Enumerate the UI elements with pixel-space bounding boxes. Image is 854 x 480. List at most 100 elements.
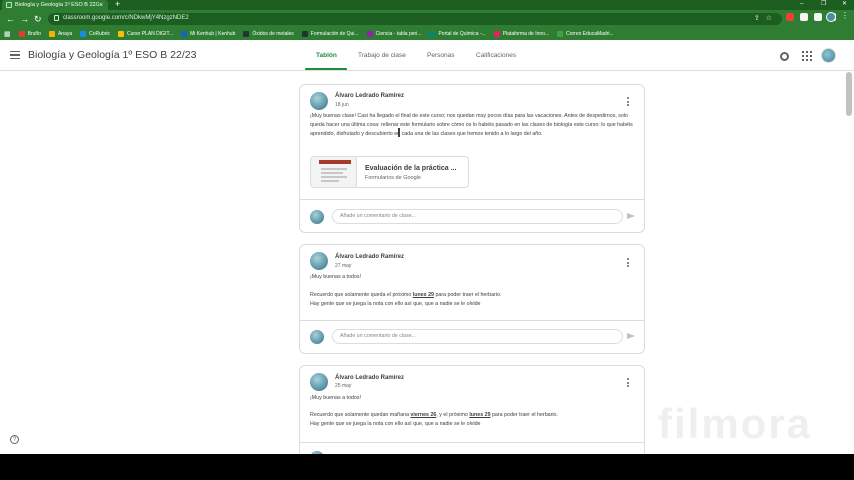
extension-icon[interactable] — [800, 13, 808, 21]
new-tab-icon[interactable]: + — [115, 0, 120, 9]
omnibox-actions[interactable]: ⇪☆ — [754, 14, 778, 22]
post-line: Recuerdo que solamente quedan mañana vie… — [310, 412, 558, 418]
bookmark-label: Correo EducaMadri... — [566, 31, 614, 37]
help-icon[interactable]: ? — [10, 435, 19, 444]
send-comment-icon[interactable] — [627, 333, 635, 339]
stream-post: Álvaro Ledrado Ramírez 25 may ¡Muy buena… — [299, 365, 645, 454]
google-apps-icon[interactable] — [802, 51, 812, 61]
bookmark-favicon-icon — [243, 31, 250, 37]
bookmark-item[interactable]: Curso PLAN DIGIT... — [118, 31, 173, 37]
account-avatar[interactable] — [821, 48, 836, 63]
bookmark-favicon-icon — [366, 31, 373, 37]
bookmark-label: Mi Kenhub | Kenhub — [190, 31, 236, 37]
address-bar[interactable]: classroom.google.com/c/NDkwMjY4NzgzNDE2 … — [48, 13, 782, 25]
browser-tab[interactable]: Biología y Geología 1º ESO B 22/2 × — [2, 0, 108, 10]
bookmark-label: Portal de Química -... — [438, 31, 486, 37]
post-author[interactable]: Álvaro Ledrado Ramírez — [335, 93, 404, 99]
bookmark-favicon-icon — [429, 31, 436, 37]
comment-divider — [300, 320, 644, 321]
author-avatar[interactable] — [310, 373, 328, 391]
class-comment-input[interactable]: Añade un comentario de clase... — [332, 209, 623, 224]
commenter-avatar — [310, 210, 324, 224]
post-line: Hay gente que se juega la nota con ello … — [310, 421, 481, 427]
bookmark-label: Anaya — [57, 31, 73, 37]
bookmark-favicon-icon — [181, 31, 188, 37]
bookmark-favicon-icon — [118, 31, 124, 37]
form-attachment[interactable]: Evaluación de la práctica ... Formulario… — [310, 156, 469, 188]
bookmark-star-icon[interactable]: ☆ — [766, 15, 778, 22]
bookmark-item[interactable]: Bruño — [18, 31, 41, 37]
author-avatar[interactable] — [310, 92, 328, 110]
apps-grid-icon[interactable]: ▦ — [4, 30, 11, 38]
bookmark-item[interactable]: CoRubric — [80, 31, 110, 37]
comment-divider — [300, 442, 644, 443]
bookmark-label: Curso PLAN DIGIT... — [127, 31, 174, 37]
page-scrollbar[interactable] — [846, 72, 852, 116]
browser-menu-icon[interactable]: ⋮ — [841, 11, 849, 20]
class-title[interactable]: Biología y Geología 1º ESO B 22/23 — [28, 49, 196, 61]
maximize-icon[interactable]: ❐ — [821, 0, 826, 9]
bookmark-item[interactable]: Formulación de Qui... — [301, 31, 359, 37]
bookmark-item[interactable]: Óxidos de metales — [243, 31, 294, 37]
close-window-icon[interactable]: ✕ — [842, 0, 847, 9]
bookmark-favicon-icon — [557, 31, 564, 37]
bookmark-favicon-icon — [493, 31, 500, 37]
main-menu-icon[interactable] — [10, 51, 20, 59]
bookmark-label: Bruño — [27, 31, 41, 37]
stream-post: Álvaro Ledrado Ramírez 27 may ¡Muy buena… — [299, 244, 645, 354]
tab-people[interactable]: Personas — [427, 52, 454, 59]
post-options-icon[interactable] — [627, 258, 630, 268]
bookmark-item[interactable]: Ciencia - tabla peri... — [366, 31, 421, 37]
bookmark-item[interactable]: Plataforma de Inno... — [493, 31, 550, 37]
tab-grades[interactable]: Calificaciones — [476, 52, 516, 59]
bookmark-favicon-icon — [48, 31, 55, 37]
back-arrow-icon[interactable]: ← — [6, 13, 15, 25]
post-line: Hay gente que se juega la nota con ello … — [310, 301, 481, 307]
tab-classwork[interactable]: Trabajo de clase — [358, 52, 406, 59]
settings-gear-icon[interactable] — [780, 52, 789, 61]
close-tab-icon[interactable]: × — [99, 2, 103, 9]
post-author[interactable]: Álvaro Ledrado Ramírez — [335, 375, 404, 381]
class-comment-input[interactable]: Añade un comentario de clase... — [332, 329, 623, 344]
bookmark-label: Plataforma de Inno... — [502, 31, 550, 37]
post-greeting: ¡Muy buenas a todos! — [310, 395, 361, 401]
extension-icon[interactable] — [786, 13, 794, 21]
bookmark-label: Formulación de Qui... — [310, 31, 359, 37]
author-avatar[interactable] — [310, 252, 328, 270]
forward-arrow-icon[interactable]: → — [20, 13, 29, 25]
attachment-type: Formularios de Google — [365, 175, 421, 181]
active-tab-indicator — [305, 68, 347, 70]
post-author[interactable]: Álvaro Ledrado Ramírez — [335, 254, 404, 260]
bookmark-favicon-icon — [18, 31, 25, 37]
send-comment-icon[interactable] — [627, 213, 635, 219]
post-options-icon[interactable] — [627, 378, 630, 388]
browser-profile-avatar[interactable] — [826, 12, 836, 22]
bookmark-item[interactable]: Mi Kenhub | Kenhub — [181, 31, 235, 37]
form-thumbnail — [311, 157, 357, 187]
bookmark-item[interactable]: Portal de Química -... — [429, 31, 486, 37]
share-icon[interactable]: ⇪ — [754, 15, 766, 22]
browser-toolbar: ← → ↻ classroom.google.com/c/NDkwMjY4Nzg… — [0, 10, 854, 28]
classroom-favicon-icon — [6, 2, 12, 8]
bookmark-item[interactable]: Correo EducaMadri... — [557, 31, 614, 37]
classroom-header: Biología y Geología 1º ESO B 22/23 Tabló… — [0, 40, 854, 71]
filmora-watermark: filmora — [658, 400, 813, 447]
bookmark-favicon-icon — [301, 31, 308, 37]
post-date: 27 may — [335, 263, 352, 269]
app-root: Biología y Geología 1º ESO B 22/2 × + – … — [0, 0, 854, 454]
extensions-puzzle-icon[interactable] — [814, 13, 822, 21]
bookmark-item[interactable]: Anaya — [48, 31, 73, 37]
url-text: classroom.google.com/c/NDkwMjY4NzgzNDE2 — [63, 15, 189, 21]
bookmark-label: CoRubric — [89, 31, 110, 37]
commenter-avatar — [310, 451, 324, 454]
bookmark-favicon-icon — [80, 31, 87, 37]
tab-title: Biología y Geología 1º ESO B 22/2 — [15, 2, 99, 8]
commenter-avatar — [310, 330, 324, 344]
tab-stream[interactable]: Tablón — [316, 52, 337, 59]
post-options-icon[interactable] — [627, 97, 630, 107]
post-text: ¡Muy buenas clase! Casi ha llegado el fi… — [310, 113, 633, 137]
reload-icon[interactable]: ↻ — [34, 13, 42, 25]
browser-tabstrip: Biología y Geología 1º ESO B 22/2 × + – … — [0, 0, 854, 10]
post-line: Recuerdo que solamente queda el próximo … — [310, 292, 502, 298]
minimize-icon[interactable]: – — [800, 0, 803, 9]
